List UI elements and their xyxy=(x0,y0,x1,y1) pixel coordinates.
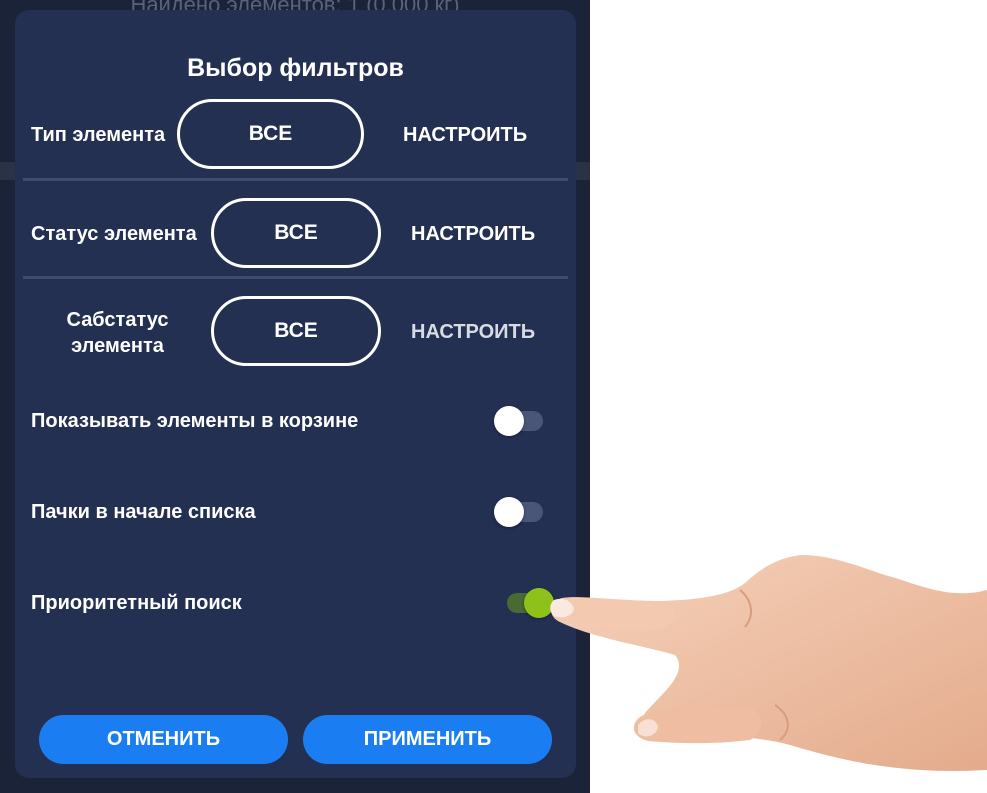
filter-substatus-label-line1: Сабстатус xyxy=(66,309,169,331)
apply-button[interactable]: ПРИМЕНИТЬ xyxy=(303,715,552,764)
pointing-hand-icon xyxy=(550,555,987,771)
filter-substatus-value-button[interactable]: ВСЕ xyxy=(211,296,381,366)
toggle-knob xyxy=(494,497,524,527)
show-in-cart-label: Показывать элементы в корзине xyxy=(31,410,359,432)
app-screen: Найдено элементов: 1 (0.000 кг) Выбор фи… xyxy=(0,0,590,793)
toggle-knob xyxy=(494,406,524,436)
bundles-first-toggle[interactable] xyxy=(494,495,544,529)
filter-substatus-label-line2: элемента xyxy=(71,335,164,357)
filter-status-configure-link[interactable]: НАСТРОИТЬ xyxy=(411,223,535,246)
filter-type-configure-link[interactable]: НАСТРОИТЬ xyxy=(403,124,527,147)
filter-dialog: Выбор фильтров Тип элемента ВСЕ НАСТРОИТ… xyxy=(15,10,576,778)
dialog-title: Выбор фильтров xyxy=(187,54,404,82)
filter-divider xyxy=(23,276,568,279)
filter-type-label: Тип элемента xyxy=(31,124,166,146)
bundles-first-label: Пачки в начале списка xyxy=(31,501,256,523)
cancel-button[interactable]: ОТМЕНИТЬ xyxy=(39,715,288,764)
show-in-cart-toggle[interactable] xyxy=(494,404,544,438)
filter-substatus-configure-link[interactable]: НАСТРОИТЬ xyxy=(411,321,535,344)
filter-divider xyxy=(23,178,568,181)
filter-status-value-button[interactable]: ВСЕ xyxy=(211,198,381,268)
priority-search-label: Приоритетный поиск xyxy=(31,592,242,614)
filter-type-value-button[interactable]: ВСЕ xyxy=(177,99,364,169)
filter-status-label: Статус элемента xyxy=(31,223,197,245)
filter-substatus-label: Сабстатус элемента xyxy=(35,307,200,359)
